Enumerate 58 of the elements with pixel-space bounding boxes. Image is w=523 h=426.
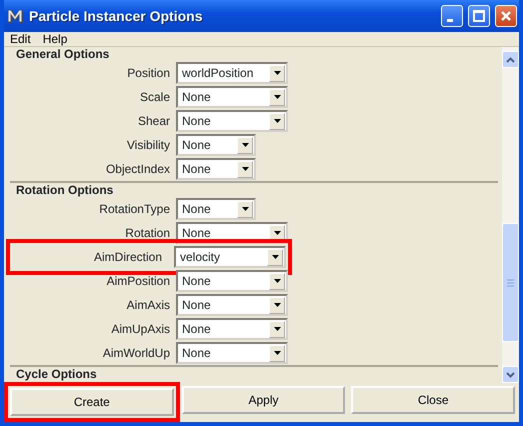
dropdown-value: velocity <box>180 249 220 266</box>
dropdown-value: None <box>182 297 211 314</box>
dropdown[interactable]: None <box>176 294 288 316</box>
scroll-up-button[interactable] <box>502 51 519 68</box>
dialog-button[interactable]: Create <box>10 388 174 416</box>
app-logo-icon <box>6 7 24 25</box>
dropdown-value: None <box>182 201 211 218</box>
dropdown[interactable]: worldPosition <box>176 62 288 84</box>
grip-icon <box>507 278 514 287</box>
dropdown-value: None <box>182 113 211 130</box>
field-label: AimWorldUp <box>102 345 171 362</box>
dropdown[interactable]: None <box>176 110 288 132</box>
dropdown[interactable]: velocity <box>174 246 286 268</box>
field-label: AimDirection <box>92 249 163 266</box>
dropdown[interactable]: None <box>176 134 256 156</box>
dialog-button[interactable]: Apply <box>182 386 346 414</box>
dropdown-value: None <box>182 161 211 178</box>
window-title: Particle Instancer Options <box>29 6 204 26</box>
field-label: AimAxis <box>126 297 171 314</box>
field-label: ObjectIndex <box>104 161 171 178</box>
dropdown[interactable]: None <box>176 158 256 180</box>
dialog-button[interactable]: Close <box>351 386 516 414</box>
dropdown[interactable]: None <box>176 318 288 340</box>
section-heading: General Options <box>15 47 110 61</box>
chevron-down-icon <box>506 372 515 378</box>
scroll-thumb[interactable] <box>502 222 519 342</box>
close-window-button[interactable] <box>495 5 517 27</box>
close-icon <box>500 10 512 22</box>
field-label: AimUpAxis <box>110 321 171 338</box>
chevron-up-icon <box>506 56 515 62</box>
dropdown[interactable]: None <box>176 270 288 292</box>
menu-item[interactable]: Edit <box>4 32 37 46</box>
dropdown-value: worldPosition <box>182 65 254 82</box>
dropdown-value: None <box>182 89 211 106</box>
dropdown-value: None <box>182 137 211 154</box>
field-label: RotationType <box>98 201 171 218</box>
field-label: Rotation <box>124 225 171 242</box>
field-label: Shear <box>136 113 171 130</box>
dropdown[interactable]: None <box>176 86 288 108</box>
dropdown-value: None <box>182 345 211 362</box>
maximize-icon <box>473 10 485 22</box>
dropdown-value: None <box>182 225 211 242</box>
minimize-icon <box>447 18 453 22</box>
dropdown[interactable]: None <box>176 198 256 220</box>
field-label: Scale <box>138 89 171 106</box>
dropdown[interactable]: None <box>176 342 288 364</box>
field-label: Position <box>126 65 171 82</box>
menu-item[interactable]: Help <box>36 32 74 46</box>
section-heading: Rotation Options <box>15 183 114 197</box>
section-heading: Cycle Options <box>15 367 98 381</box>
maximize-button[interactable] <box>468 5 490 27</box>
field-label: AimPosition <box>106 273 171 290</box>
dropdown-value: None <box>182 273 211 290</box>
vertical-scrollbar[interactable] <box>502 47 519 383</box>
scroll-down-button[interactable] <box>502 366 519 383</box>
field-label: Visibility <box>126 137 171 154</box>
dropdown-value: None <box>182 321 211 338</box>
minimize-button[interactable] <box>441 5 463 27</box>
